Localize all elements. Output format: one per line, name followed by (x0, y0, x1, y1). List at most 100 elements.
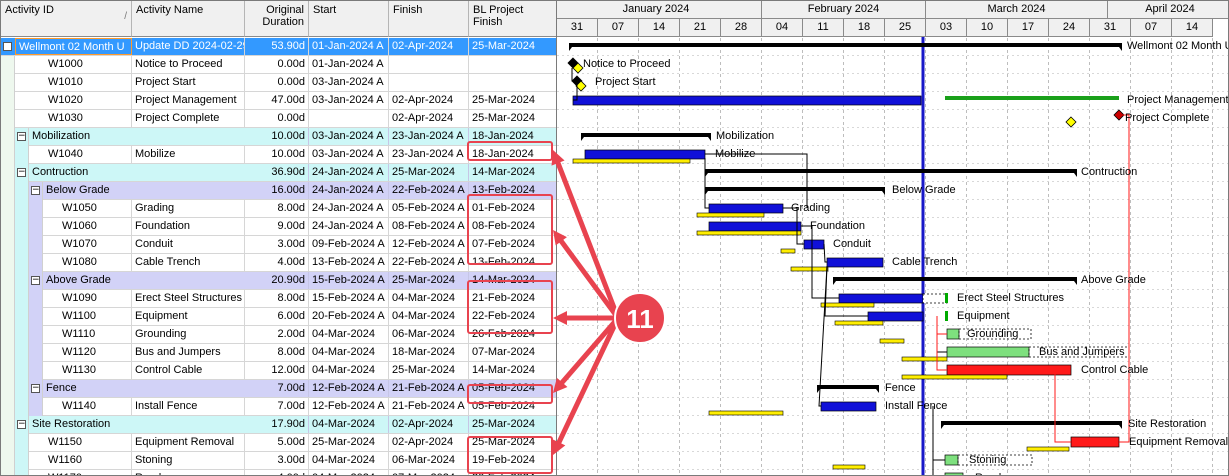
collapse-toggle-icon[interactable]: − (31, 276, 40, 285)
cell-id[interactable]: W1030 (45, 110, 132, 127)
cell-dur[interactable]: 10.00d (245, 128, 309, 145)
cell-finish[interactable]: 02-Apr-2024 (389, 416, 469, 433)
cell-start[interactable]: 04-Mar-2024 (309, 416, 389, 433)
cell-name[interactable]: Stoning (132, 452, 245, 469)
cell-bl[interactable]: 14-Mar-2024 (469, 362, 556, 379)
col-header-finish[interactable]: Finish (389, 1, 469, 37)
cell-bl[interactable]: 25-Mar-2024 (469, 416, 556, 433)
cell-finish[interactable]: 05-Feb-2024 A (389, 200, 469, 217)
cell-finish[interactable]: 25-Mar-2024 (389, 362, 469, 379)
cell-id[interactable]: W1130 (59, 362, 132, 379)
cell-finish[interactable]: 06-Mar-2024 (389, 326, 469, 343)
cell-id[interactable]: Site Restoration (29, 416, 132, 433)
cell-name[interactable]: Project Start (132, 74, 245, 91)
collapse-toggle-icon[interactable]: − (31, 384, 40, 393)
col-header-start[interactable]: Start (309, 1, 389, 37)
cell-bl[interactable]: 14-Mar-2024 (469, 164, 556, 181)
cell-name[interactable]: Bus and Jumpers (132, 344, 245, 361)
cell-id[interactable]: Fence (43, 380, 132, 397)
cell-finish[interactable]: 25-Mar-2024 (389, 164, 469, 181)
cell-id[interactable]: W1150 (45, 434, 132, 451)
cell-finish[interactable]: 07-Mar-2024 (389, 470, 469, 475)
cell-dur[interactable]: 36.90d (245, 164, 309, 181)
col-header-activity-id[interactable]: Activity ID / (1, 1, 132, 37)
table-row[interactable]: W1130 Control Cable 12.00d 04-Mar-2024 25-Ma… (1, 362, 556, 380)
cell-start[interactable]: 04-Mar-2024 (309, 344, 389, 361)
cell-name[interactable]: Project Management (132, 92, 245, 109)
cell-dur[interactable]: 8.00d (245, 290, 309, 307)
cell-name[interactable]: Foundation (132, 218, 245, 235)
col-header-original-duration[interactable]: Original Duration (245, 1, 309, 37)
cell-finish[interactable]: 23-Jan-2024 A (389, 128, 469, 145)
cell-finish[interactable]: 25-Mar-2024 (389, 272, 469, 289)
cell-bl[interactable]: 25-Mar-2024 (469, 38, 556, 55)
cell-bl[interactable] (469, 56, 556, 73)
collapse-toggle-icon[interactable]: − (17, 168, 26, 177)
cell-bl[interactable]: 07-Mar-2024 (469, 344, 556, 361)
collapse-toggle-icon[interactable]: − (17, 420, 26, 429)
collapse-toggle-icon[interactable]: − (31, 186, 40, 195)
cell-start[interactable]: 09-Feb-2024 A (309, 236, 389, 253)
cell-start[interactable]: 24-Jan-2024 A (309, 182, 389, 199)
cell-dur[interactable]: 17.90d (245, 416, 309, 433)
cell-bl[interactable]: 25-Mar-2024 (469, 92, 556, 109)
cell-start[interactable]: 15-Feb-2024 A (309, 290, 389, 307)
cell-id[interactable]: W1060 (59, 218, 132, 235)
cell-start[interactable]: 24-Jan-2024 A (309, 200, 389, 217)
cell-name[interactable] (132, 416, 245, 433)
cell-start[interactable]: 01-Jan-2024 A (309, 38, 389, 55)
cell-name[interactable]: Roadway (132, 470, 245, 475)
cell-start[interactable]: 03-Jan-2024 A (309, 74, 389, 91)
cell-finish[interactable]: 08-Feb-2024 A (389, 218, 469, 235)
cell-bl[interactable]: 25-Mar-2024 (469, 110, 556, 127)
cell-name[interactable] (132, 128, 245, 145)
table-row[interactable]: W1020 Project Management 47.00d 03-Jan-2024… (1, 92, 556, 110)
cell-dur[interactable]: 3.00d (245, 452, 309, 469)
cell-name[interactable]: Grounding (132, 326, 245, 343)
cell-id[interactable]: Below Grade (43, 182, 132, 199)
cell-dur[interactable]: 12.00d (245, 362, 309, 379)
cell-dur[interactable]: 0.00d (245, 110, 309, 127)
cell-name[interactable] (132, 380, 245, 397)
cell-id[interactable]: Mobilization (29, 128, 132, 145)
cell-id[interactable]: W1160 (45, 452, 132, 469)
cell-dur[interactable]: 5.00d (245, 434, 309, 451)
cell-name[interactable]: Equipment Removal (132, 434, 245, 451)
cell-id[interactable]: W1100 (59, 308, 132, 325)
cell-dur[interactable]: 2.00d (245, 326, 309, 343)
cell-dur[interactable]: 7.00d (245, 380, 309, 397)
cell-id[interactable]: W1080 (59, 254, 132, 271)
cell-id[interactable]: Contruction (29, 164, 132, 181)
cell-dur[interactable]: 8.00d (245, 200, 309, 217)
cell-start[interactable]: 12-Feb-2024 A (309, 398, 389, 415)
cell-start[interactable]: 15-Feb-2024 A (309, 272, 389, 289)
cell-name[interactable] (132, 182, 245, 199)
cell-id[interactable]: W1090 (59, 290, 132, 307)
cell-id[interactable]: W1140 (59, 398, 132, 415)
cell-id[interactable]: W1020 (45, 92, 132, 109)
project-row[interactable]: − Wellmont 02 Month U Update DD 2024-02-29… (1, 38, 556, 56)
cell-start[interactable]: 03-Jan-2024 A (309, 146, 389, 163)
cell-start[interactable] (309, 110, 389, 127)
cell-name[interactable]: Update DD 2024-02-29 (132, 38, 245, 55)
cell-start[interactable]: 01-Jan-2024 A (309, 56, 389, 73)
table-row[interactable]: W1120 Bus and Jumpers 8.00d 04-Mar-2024 18-M… (1, 344, 556, 362)
cell-start[interactable]: 20-Feb-2024 A (309, 308, 389, 325)
cell-dur[interactable]: 4.00d (245, 254, 309, 271)
cell-id[interactable]: W1010 (45, 74, 132, 91)
col-header-bl-project-finish[interactable]: BL Project Finish (469, 1, 556, 37)
cell-name[interactable]: Equipment (132, 308, 245, 325)
col-header-activity-name[interactable]: Activity Name (132, 1, 245, 37)
cell-name[interactable]: Mobilize (132, 146, 245, 163)
cell-finish[interactable]: 21-Feb-2024 A (389, 398, 469, 415)
cell-finish[interactable]: 02-Apr-2024 (389, 110, 469, 127)
cell-id[interactable]: Wellmont 02 Month U (15, 38, 132, 55)
cell-dur[interactable]: 8.00d (245, 344, 309, 361)
cell-name[interactable]: Grading (132, 200, 245, 217)
cell-dur[interactable]: 6.00d (245, 308, 309, 325)
table-row[interactable]: W1000 Notice to Proceed 0.00d 01-Jan-2024 A (1, 56, 556, 74)
cell-finish[interactable]: 02-Apr-2024 (389, 38, 469, 55)
cell-finish[interactable]: 18-Mar-2024 (389, 344, 469, 361)
cell-id[interactable]: W1170 (45, 470, 132, 475)
cell-dur[interactable]: 0.00d (245, 56, 309, 73)
